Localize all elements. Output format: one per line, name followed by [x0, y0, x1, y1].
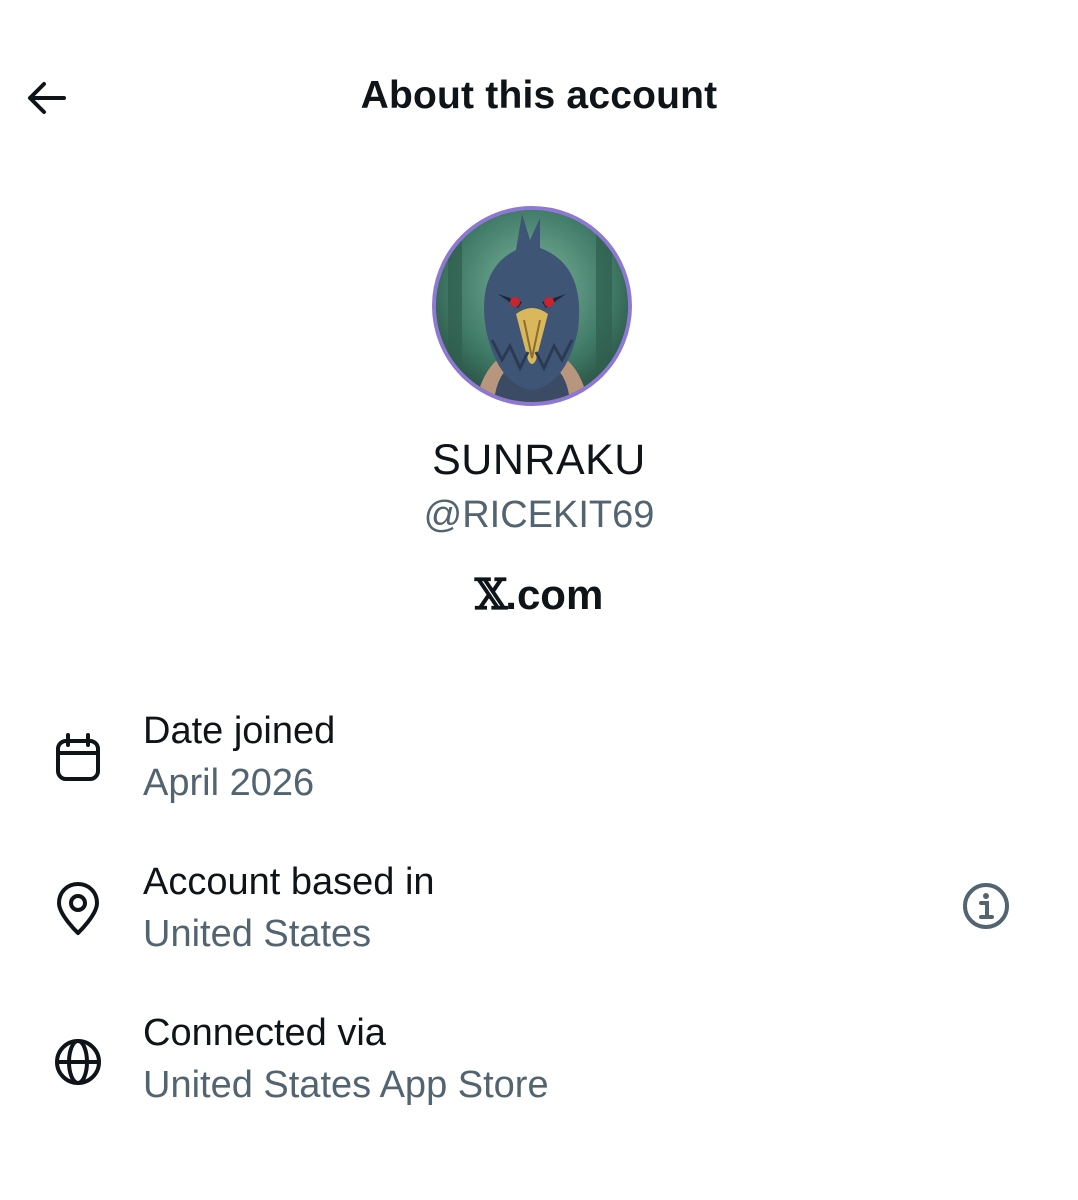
connected-via-label: Connected via: [143, 1012, 386, 1054]
date-joined-value: April 2026: [143, 762, 315, 804]
x-logo: 𝕏: [474, 570, 508, 619]
account-based-in-value: United States: [143, 913, 372, 955]
user-handle: @RICEKIT69: [423, 494, 655, 536]
detail-row-date-joined: Date joined April 2026: [0, 710, 1078, 820]
location-pin-icon: [48, 879, 108, 939]
detail-row-connected-via: Connected via United States App Store: [0, 1012, 1078, 1122]
page-title: About this account: [360, 74, 718, 117]
globe-icon: [48, 1032, 108, 1092]
account-based-in-label: Account based in: [143, 861, 435, 903]
platform-suffix: .com: [505, 571, 604, 618]
detail-row-account-based-in: Account based in United States: [0, 861, 1078, 971]
calendar-icon: [48, 728, 108, 788]
display-name: SUNRAKU: [432, 436, 646, 484]
info-icon: [963, 883, 1009, 929]
platform-label: 𝕏.com: [0, 570, 1078, 619]
date-joined-label: Date joined: [143, 710, 336, 752]
avatar[interactable]: [432, 206, 632, 406]
header-bar: About this account: [0, 50, 1078, 146]
crow-avatar-image: [436, 210, 628, 402]
connected-via-value: United States App Store: [143, 1064, 549, 1106]
info-button[interactable]: [955, 875, 1017, 937]
